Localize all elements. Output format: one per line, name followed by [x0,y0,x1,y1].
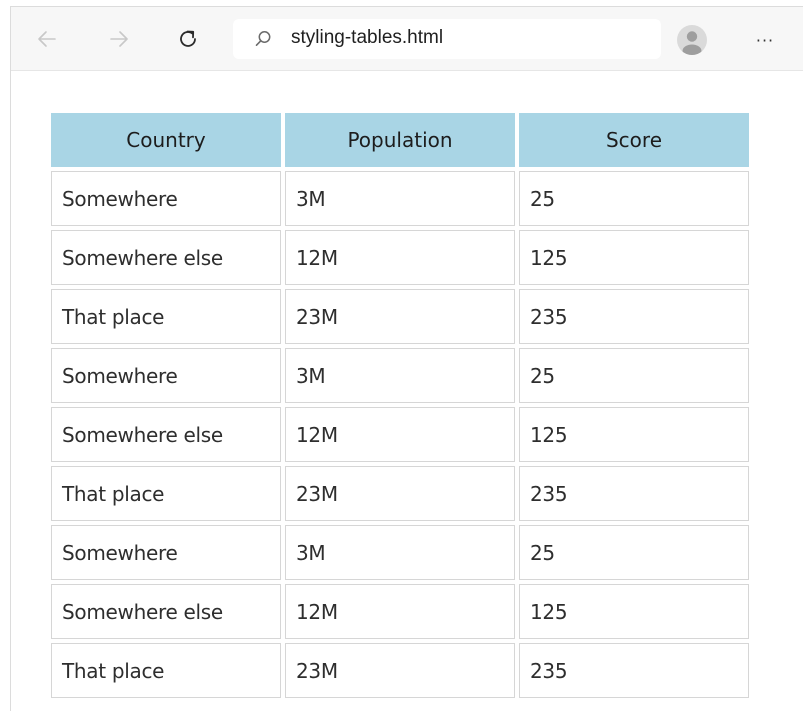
cell-population: 23M [285,466,515,521]
more-horizontal-icon: ··· [755,30,775,50]
browser-toolbar: styling-tables.html ··· [11,7,803,71]
table-row: Somewhere 3M 25 [51,525,749,580]
table-row: Somewhere else 12M 125 [51,230,749,285]
cell-population: 3M [285,348,515,403]
data-table: Country Population Score Somewhere 3M 25… [47,109,753,702]
cell-country: That place [51,289,281,344]
cell-country: Somewhere [51,348,281,403]
table-row: That place 23M 235 [51,289,749,344]
cell-score: 125 [519,407,749,462]
forward-button[interactable] [101,21,137,57]
table-row: Somewhere else 12M 125 [51,407,749,462]
cell-score: 235 [519,289,749,344]
arrow-left-icon [38,31,56,47]
avatar-silhouette [682,31,702,55]
cell-score: 235 [519,466,749,521]
column-header-score: Score [519,113,749,167]
cell-population: 3M [285,525,515,580]
cell-score: 25 [519,525,749,580]
reload-button[interactable] [170,21,206,57]
table-row: That place 23M 235 [51,643,749,698]
arrow-right-icon [110,31,128,47]
table-row: Somewhere else 12M 125 [51,584,749,639]
address-bar[interactable]: styling-tables.html [233,19,661,59]
cell-country: Somewhere [51,171,281,226]
cell-population: 23M [285,289,515,344]
cell-score: 125 [519,584,749,639]
cell-population: 12M [285,584,515,639]
table-row: That place 23M 235 [51,466,749,521]
profile-avatar-icon[interactable] [677,25,707,55]
cell-country: Somewhere else [51,584,281,639]
cell-score: 25 [519,171,749,226]
cell-country: Somewhere else [51,407,281,462]
cell-population: 23M [285,643,515,698]
cell-score: 125 [519,230,749,285]
cell-population: 12M [285,230,515,285]
cell-population: 12M [285,407,515,462]
cell-country: That place [51,643,281,698]
cell-country: Somewhere else [51,230,281,285]
column-header-country: Country [51,113,281,167]
more-options-button[interactable]: ··· [748,25,782,55]
cell-population: 3M [285,171,515,226]
column-header-population: Population [285,113,515,167]
table-row: Somewhere 3M 25 [51,348,749,403]
url-text: styling-tables.html [291,27,444,48]
reload-icon [180,30,196,47]
back-button[interactable] [29,21,65,57]
table-row: Somewhere 3M 25 [51,171,749,226]
cell-score: 25 [519,348,749,403]
table-header-row: Country Population Score [51,113,749,167]
cell-country: Somewhere [51,525,281,580]
cell-score: 235 [519,643,749,698]
cell-country: That place [51,466,281,521]
search-icon [255,31,271,46]
